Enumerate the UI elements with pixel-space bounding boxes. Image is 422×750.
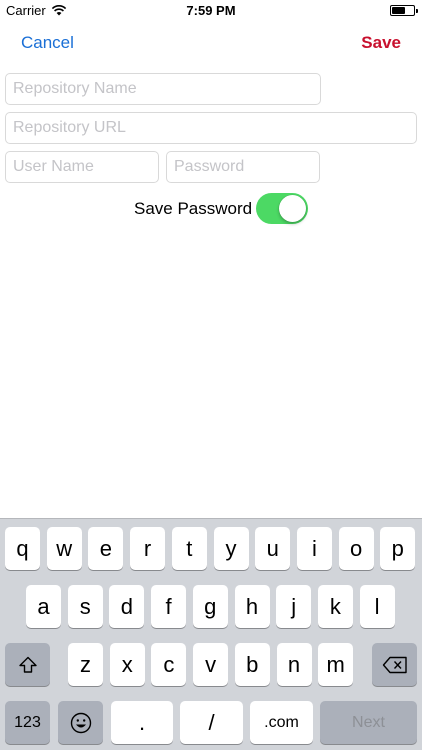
status-time: 7:59 PM — [186, 3, 236, 18]
cancel-button[interactable]: Cancel — [21, 33, 74, 53]
toggle-knob — [279, 195, 306, 222]
key-w[interactable]: w — [46, 527, 82, 570]
key-y[interactable]: y — [213, 527, 249, 570]
key-e[interactable]: e — [88, 527, 124, 570]
key-p[interactable]: p — [380, 527, 416, 570]
password-input[interactable] — [166, 151, 320, 183]
key-u[interactable]: u — [255, 527, 291, 570]
save-button[interactable]: Save — [361, 33, 401, 53]
status-bar: Carrier 7:59 PM — [0, 0, 422, 22]
key-r[interactable]: r — [130, 527, 166, 570]
battery-icon — [390, 5, 418, 16]
key-z[interactable]: z — [68, 643, 103, 686]
key-v[interactable]: v — [193, 643, 229, 686]
key-h[interactable]: h — [234, 585, 270, 628]
key-q[interactable]: q — [5, 527, 40, 570]
key-s[interactable]: s — [67, 585, 103, 628]
numbers-key[interactable]: 123 — [5, 701, 50, 744]
user-name-input[interactable] — [5, 151, 159, 183]
save-password-label: Save Password — [134, 199, 253, 218]
battery-level — [392, 7, 405, 14]
key-k[interactable]: k — [317, 585, 353, 628]
key-g[interactable]: g — [192, 585, 228, 628]
key-i[interactable]: i — [296, 527, 332, 570]
repository-name-input[interactable] — [5, 73, 321, 105]
repository-url-input[interactable] — [5, 112, 417, 144]
key-o[interactable]: o — [338, 527, 374, 570]
key-l[interactable]: l — [359, 585, 395, 628]
key-m[interactable]: m — [318, 643, 354, 686]
emoji-icon — [70, 712, 91, 733]
slash-key[interactable]: / — [180, 701, 243, 744]
key-x[interactable]: x — [109, 643, 145, 686]
key-d[interactable]: d — [109, 585, 145, 628]
key-j[interactable]: j — [276, 585, 312, 628]
key-f[interactable]: f — [151, 585, 187, 628]
shift-key[interactable] — [5, 643, 50, 686]
save-password-toggle[interactable] — [256, 193, 308, 224]
next-key[interactable]: Next — [320, 701, 417, 744]
period-key[interactable]: . — [111, 701, 173, 744]
shift-icon — [18, 656, 37, 673]
key-n[interactable]: n — [276, 643, 312, 686]
dotcom-key[interactable]: .com — [250, 701, 313, 744]
key-b[interactable]: b — [234, 643, 270, 686]
keyboard: qwertyuiopasdfghjklzxcvbnm 123 . / .com … — [0, 518, 422, 750]
key-t[interactable]: t — [171, 527, 207, 570]
key-a[interactable]: a — [26, 585, 61, 628]
emoji-key[interactable] — [58, 701, 103, 744]
delete-key[interactable] — [372, 643, 417, 686]
key-c[interactable]: c — [151, 643, 187, 686]
delete-icon — [382, 656, 407, 673]
